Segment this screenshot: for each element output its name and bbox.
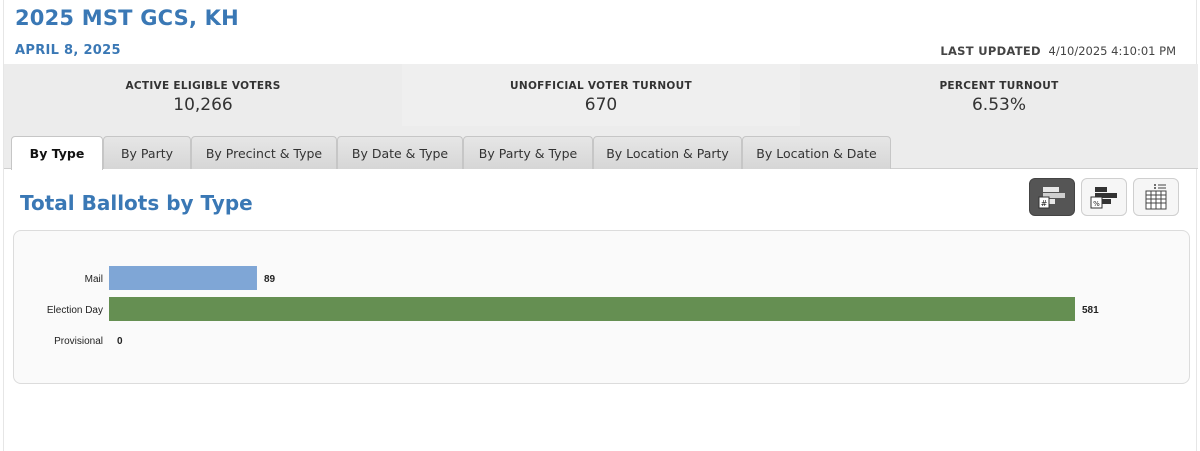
- tab-by-party[interactable]: By Party: [103, 136, 191, 169]
- last-updated-value: 4/10/2025 4:10:01 PM: [1048, 44, 1176, 58]
- percent-bar-icon: %: [1090, 187, 1117, 209]
- stat-label: UNOFFICIAL VOTER TURNOUT: [510, 80, 692, 92]
- last-updated-label: LAST UPDATED: [940, 44, 1041, 58]
- category-label: Mail: [85, 274, 103, 285]
- stat-label: PERCENT TURNOUT: [939, 80, 1059, 92]
- stat-value: 6.53%: [971, 95, 1026, 115]
- tab-by-precinct-and-type[interactable]: By Precinct & Type: [191, 136, 337, 169]
- stat-value: 670: [584, 95, 618, 115]
- stat-percent-turnout: PERCENT TURNOUT 6.53%: [800, 64, 1198, 126]
- count-view-button[interactable]: #: [1029, 178, 1075, 216]
- page: 2025 MST GCS, KH APRIL 8, 2025 LAST UPDA…: [3, 0, 1198, 451]
- tab-by-type[interactable]: By Type: [11, 136, 103, 170]
- stat-value: 10,266: [173, 95, 233, 115]
- ballots-by-type-chart: Mail 89 Election Day 581 Provisional 0: [13, 230, 1190, 384]
- election-date: APRIL 8, 2025: [15, 43, 121, 58]
- category-label: Provisional: [54, 336, 103, 347]
- tab-by-date-and-type[interactable]: By Date & Type: [337, 136, 463, 169]
- tab-by-location-and-date[interactable]: By Location & Date: [742, 136, 891, 169]
- page-title: 2025 MST GCS, KH: [15, 6, 239, 30]
- svg-text:%: %: [1093, 200, 1100, 208]
- table-view-button[interactable]: [1133, 178, 1179, 216]
- data-label: 581: [1082, 305, 1099, 316]
- tab-bar: By Type By Party By Precinct & Type By D…: [4, 126, 1198, 170]
- table-icon: [1145, 184, 1167, 210]
- section-title: Total Ballots by Type: [20, 191, 253, 215]
- chart-svg: Mail 89 Election Day 581 Provisional 0: [47, 266, 1099, 347]
- last-updated: LAST UPDATED 4/10/2025 4:10:01 PM: [940, 44, 1176, 58]
- stat-label: ACTIVE ELIGIBLE VOTERS: [125, 80, 281, 92]
- data-label: 0: [117, 336, 123, 347]
- bar[interactable]: [109, 297, 1075, 321]
- tab-by-location-and-party[interactable]: By Location & Party: [593, 136, 742, 169]
- category-label: Election Day: [47, 305, 103, 316]
- bar[interactable]: [109, 266, 257, 290]
- percent-view-button[interactable]: %: [1081, 178, 1127, 216]
- stat-unofficial-voter-turnout: UNOFFICIAL VOTER TURNOUT 670: [402, 64, 800, 126]
- stat-active-eligible-voters: ACTIVE ELIGIBLE VOTERS 10,266: [4, 64, 402, 126]
- data-label: 89: [264, 274, 276, 285]
- tab-by-party-and-type[interactable]: By Party & Type: [463, 136, 593, 169]
- stats-bar: ACTIVE ELIGIBLE VOTERS 10,266 UNOFFICIAL…: [4, 64, 1198, 126]
- svg-text:#: #: [1041, 199, 1048, 208]
- count-bar-icon: #: [1038, 187, 1065, 209]
